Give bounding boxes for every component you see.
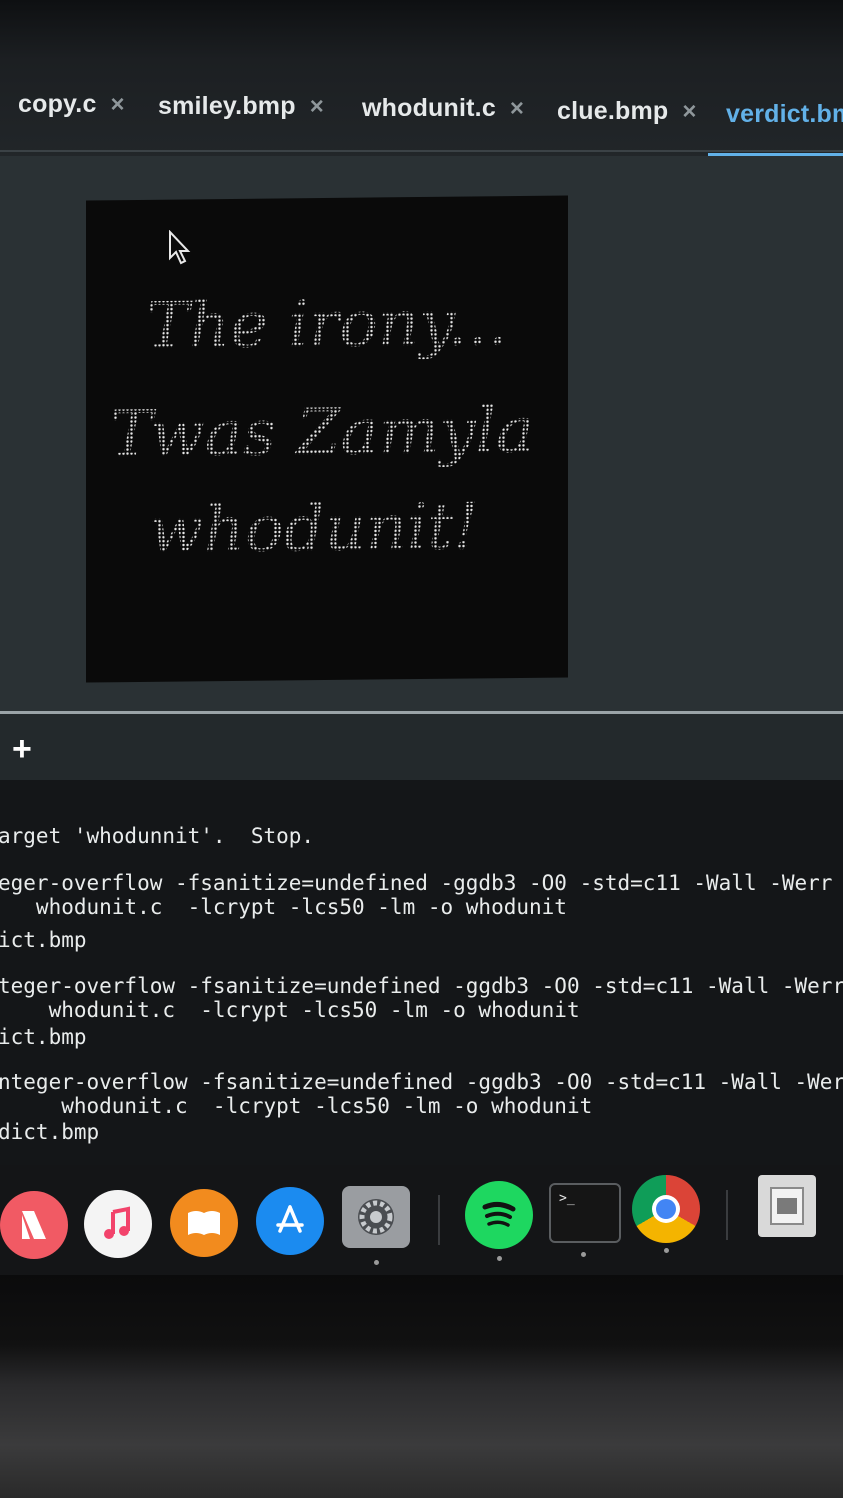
tab-label: whodunit.c — [362, 94, 496, 122]
close-icon[interactable]: × — [310, 93, 324, 121]
spotify-icon[interactable] — [465, 1181, 533, 1249]
terminal-line: teger-overflow -fsanitize=undefined -ggd… — [0, 974, 843, 998]
screen: copy.c × smiley.bmp × whodunit.c × clue.… — [0, 0, 843, 1498]
bitmap-image: The irony... Twas Zamyla whodunit! — [86, 195, 568, 683]
tab-label: verdict.bm — [726, 100, 843, 128]
terminal-line: arget 'whodunnit'. Stop. — [0, 824, 315, 848]
tab-bar-divider — [0, 150, 843, 152]
terminal-line: eger-overflow -fsanitize=undefined -ggdb… — [0, 871, 833, 895]
running-indicator — [374, 1260, 379, 1265]
preview-icon[interactable] — [758, 1175, 816, 1237]
close-icon[interactable]: × — [682, 98, 696, 126]
tab-smiley-bmp[interactable]: smiley.bmp × — [158, 92, 324, 121]
mouse-pointer-icon — [168, 229, 192, 271]
tab-clue-bmp[interactable]: clue.bmp × — [557, 97, 697, 126]
terminal-line: whodunit.c -lcrypt -lcs50 -lm -o whoduni… — [0, 895, 567, 919]
music-icon[interactable] — [84, 1190, 152, 1258]
tab-verdict-bmp[interactable]: verdict.bm — [726, 100, 843, 129]
image-text-line-3: whodunit! — [149, 490, 479, 567]
terminal-prompt-glyph: >_ — [559, 1191, 575, 1206]
bitmap-canvas: The irony... Twas Zamyla whodunit! — [110, 286, 535, 568]
dock-separator — [726, 1190, 728, 1240]
tab-copy-c[interactable]: copy.c × — [18, 90, 125, 119]
terminal-line: whodunit.c -lcrypt -lcs50 -lm -o whoduni… — [0, 1094, 593, 1118]
running-indicator — [497, 1256, 502, 1261]
tab-whodunit-c[interactable]: whodunit.c × — [362, 94, 524, 123]
system-preferences-icon[interactable] — [342, 1186, 410, 1248]
dock-separator — [438, 1195, 440, 1245]
tab-label: smiley.bmp — [158, 92, 296, 120]
tab-label: copy.c — [18, 90, 97, 118]
chrome-icon[interactable] — [632, 1175, 700, 1243]
laptop-bezel — [0, 1275, 843, 1498]
app-store-icon[interactable] — [256, 1187, 324, 1255]
image-text-line-1: The irony... — [146, 286, 508, 364]
close-icon[interactable]: × — [510, 95, 524, 123]
terminal-line: dict.bmp — [0, 1120, 100, 1144]
running-indicator — [664, 1248, 669, 1253]
books-icon[interactable] — [170, 1189, 238, 1257]
terminal-icon[interactable]: >_ — [549, 1183, 621, 1243]
terminal-tab-bar — [0, 714, 843, 780]
terminal-line: ict.bmp — [0, 928, 87, 952]
running-indicator — [581, 1252, 586, 1257]
tab-label: clue.bmp — [557, 97, 669, 125]
image-text-line-2: Twas Zamyla — [110, 394, 535, 472]
new-terminal-button[interactable]: + — [12, 732, 32, 766]
terminal-line: ict.bmp — [0, 1025, 87, 1049]
terminal-output[interactable]: arget 'whodunnit'. Stop. eger-overflow -… — [0, 780, 843, 1165]
news-icon[interactable] — [0, 1191, 68, 1259]
terminal-line: nteger-overflow -fsanitize=undefined -gg… — [0, 1070, 843, 1094]
terminal-line: whodunit.c -lcrypt -lcs50 -lm -o whoduni… — [0, 998, 580, 1022]
close-icon[interactable]: × — [111, 91, 125, 119]
